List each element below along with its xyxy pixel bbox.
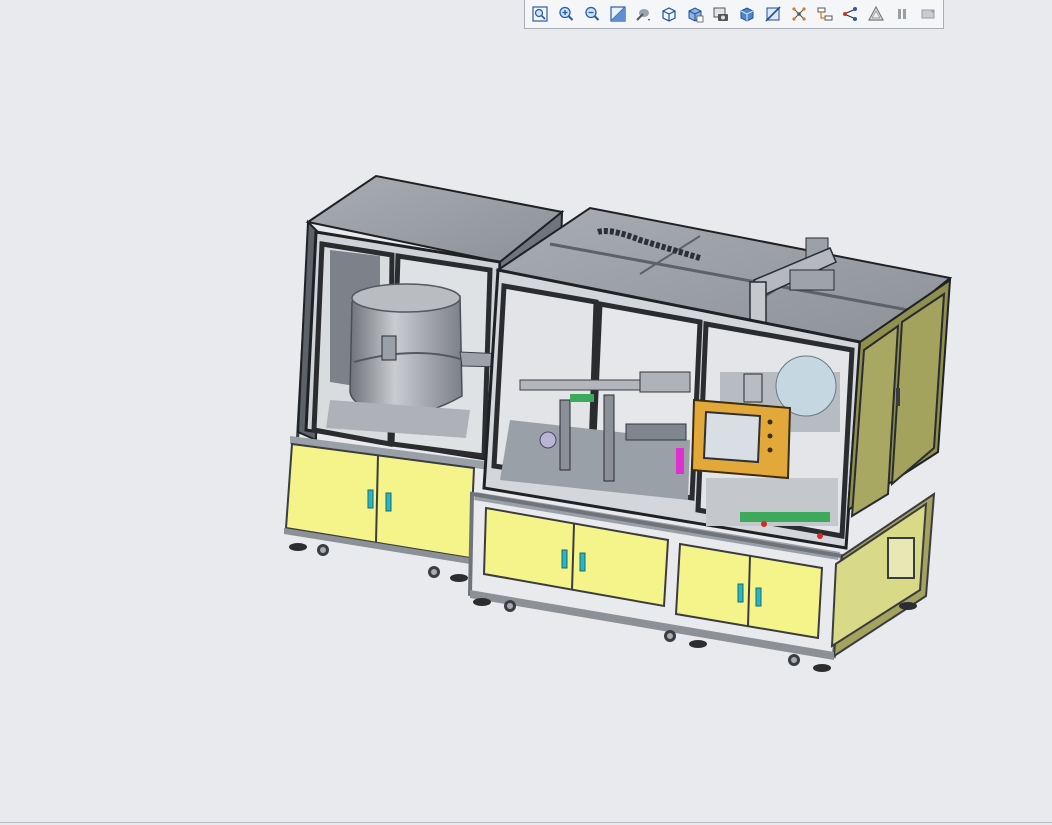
3d-viewport[interactable] bbox=[0, 0, 1052, 825]
machine-3d-model[interactable] bbox=[0, 0, 1052, 825]
status-divider bbox=[0, 822, 1052, 823]
right-module bbox=[467, 206, 953, 672]
